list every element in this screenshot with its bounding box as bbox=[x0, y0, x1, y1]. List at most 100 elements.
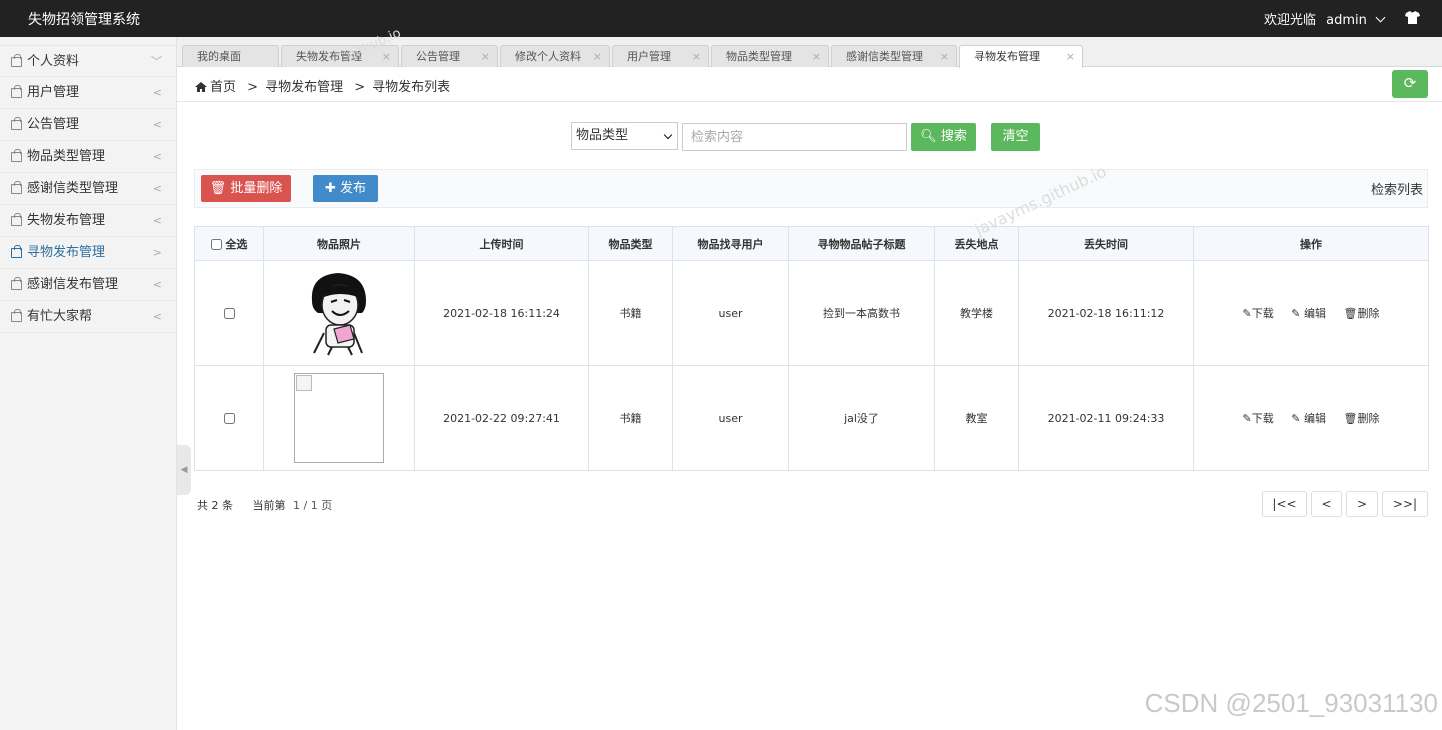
trash-icon: 🗑︎ bbox=[209, 181, 227, 196]
current-page: 1 / 1 页 bbox=[293, 499, 333, 512]
pencil-icon: ✎ bbox=[1291, 307, 1301, 320]
chevron-left-icon: < bbox=[152, 182, 162, 195]
row-checkbox[interactable] bbox=[223, 308, 235, 319]
current-page-label: 当前第 bbox=[252, 499, 286, 512]
pencil-icon: ✎ bbox=[1242, 307, 1252, 320]
close-icon[interactable]: × bbox=[382, 46, 391, 67]
sidebar-item-users[interactable]: 用户管理 < bbox=[0, 77, 176, 109]
tab-item-types[interactable]: 物品类型管理 × bbox=[711, 45, 829, 67]
clear-button[interactable]: 清空 bbox=[991, 123, 1040, 151]
close-icon[interactable]: × bbox=[593, 46, 602, 67]
tab-desktop[interactable]: 我的桌面 bbox=[182, 45, 279, 67]
sidebar-item-lost-posts[interactable]: 失物发布管理 < bbox=[0, 205, 176, 237]
sidebar-item-label: 寻物发布管理 bbox=[27, 245, 106, 260]
publish-button[interactable]: ✚ 发布 bbox=[313, 175, 378, 202]
delete-link[interactable]: 🗑︎删除 bbox=[1343, 307, 1379, 320]
col-item-type: 物品类型 bbox=[588, 226, 673, 261]
chevron-left-icon: < bbox=[152, 310, 162, 323]
bag-icon bbox=[11, 54, 22, 67]
tab-letter-types[interactable]: 感谢信类型管理 × bbox=[831, 45, 957, 67]
list-title: 检索列表 bbox=[1370, 183, 1423, 198]
sidebar-item-label: 物品类型管理 bbox=[27, 149, 106, 164]
breadcrumb-home[interactable]: 首页 bbox=[210, 80, 236, 95]
sidebar-item-label: 失物发布管理 bbox=[27, 213, 106, 228]
next-page-button[interactable]: > bbox=[1346, 491, 1378, 517]
batch-delete-button[interactable]: 🗑︎ 批量删除 bbox=[201, 175, 291, 202]
select-all-checkbox[interactable] bbox=[210, 239, 222, 250]
actions-cell: ✎下载 ✎ 编辑 🗑︎删除 bbox=[1193, 365, 1429, 471]
search-input[interactable] bbox=[682, 123, 907, 151]
sidebar: 个人资料 ﹀ 用户管理 < 公告管理 < 物品类型管理 < 感谢信类型管理 < 失物发布管… bbox=[0, 37, 177, 730]
tab-edit-profile[interactable]: 修改个人资料 × bbox=[500, 45, 610, 67]
item-type-select[interactable]: 物品类型 bbox=[571, 122, 678, 150]
close-icon[interactable]: × bbox=[812, 46, 821, 67]
item-photo[interactable] bbox=[304, 269, 374, 357]
skin-shirt-icon[interactable] bbox=[1405, 11, 1420, 24]
bag-icon bbox=[11, 181, 22, 194]
sidebar-item-label: 用户管理 bbox=[27, 85, 80, 100]
breadcrumb-level1[interactable]: 寻物发布管理 bbox=[265, 80, 343, 95]
delete-label: 删除 bbox=[1357, 412, 1380, 425]
edit-link[interactable]: ✎ 编辑 bbox=[1291, 307, 1326, 320]
table-row: 2021-02-18 16:11:24 书籍 user 捡到一本高数书 教学楼 … bbox=[194, 260, 1429, 366]
tab-label: 我的桌面 bbox=[197, 50, 241, 63]
breadcrumb-separator: > bbox=[247, 80, 259, 95]
broken-image-placeholder[interactable] bbox=[294, 373, 384, 463]
prev-page-button[interactable]: < bbox=[1311, 491, 1342, 517]
data-table: 全选 物品照片 上传时间 物品类型 物品找寻用户 寻物物品帖子标题 丢失地点 丢… bbox=[194, 226, 1429, 471]
pagination-info: 共 2 条 当前第 1 / 1 页 bbox=[197, 497, 332, 513]
delete-link[interactable]: 🗑︎删除 bbox=[1343, 412, 1379, 425]
close-icon[interactable]: × bbox=[692, 46, 701, 67]
close-icon[interactable]: × bbox=[940, 46, 949, 67]
search-button-label: 搜索 bbox=[940, 129, 967, 144]
sidebar-item-item-types[interactable]: 物品类型管理 < bbox=[0, 141, 176, 173]
close-icon[interactable]: × bbox=[1066, 46, 1075, 67]
tab-label: 物品类型管理 bbox=[726, 50, 792, 63]
sidebar-collapse-handle[interactable]: ◀ bbox=[177, 445, 191, 495]
last-page-button[interactable]: >>| bbox=[1382, 491, 1428, 517]
welcome-text: 欢迎光临 bbox=[1263, 13, 1316, 28]
upload-time-cell: 2021-02-18 16:11:24 bbox=[414, 260, 589, 366]
user-menu[interactable]: 欢迎光临 admin bbox=[1263, 9, 1386, 28]
col-finder-user: 物品找寻用户 bbox=[672, 226, 789, 261]
row-select-cell bbox=[194, 365, 264, 471]
item-type-cell: 书籍 bbox=[588, 365, 673, 471]
place-cell: 教室 bbox=[934, 365, 1019, 471]
sidebar-item-label: 感谢信发布管理 bbox=[27, 277, 119, 292]
row-select-cell bbox=[194, 260, 264, 366]
tab-label: 感谢信类型管理 bbox=[846, 50, 923, 63]
trash-icon: 🗑︎ bbox=[1343, 412, 1358, 425]
tab-users[interactable]: 用户管理 × bbox=[612, 45, 709, 67]
tab-notices[interactable]: 公告管理 × bbox=[401, 45, 498, 67]
batch-delete-label: 批量删除 bbox=[230, 181, 283, 196]
lost-time-cell: 2021-02-11 09:24:33 bbox=[1018, 365, 1194, 471]
sidebar-item-label: 感谢信类型管理 bbox=[27, 181, 119, 196]
row-checkbox[interactable] bbox=[223, 413, 235, 424]
download-link[interactable]: ✎下载 bbox=[1243, 307, 1274, 320]
top-bar: 失物招领管理系统 欢迎光临 admin bbox=[0, 0, 1442, 37]
sidebar-item-profile[interactable]: 个人资料 ﹀ bbox=[0, 45, 176, 77]
chevron-left-icon: < bbox=[152, 214, 162, 227]
sidebar-item-notices[interactable]: 公告管理 < bbox=[0, 109, 176, 141]
sidebar-item-search-posts[interactable]: 寻物发布管理 > bbox=[0, 237, 176, 269]
edit-link[interactable]: ✎ 编辑 bbox=[1291, 412, 1326, 425]
download-link[interactable]: ✎下载 bbox=[1243, 412, 1274, 425]
chevron-left-icon: < bbox=[152, 86, 162, 99]
chevron-right-icon: > bbox=[152, 246, 162, 259]
pencil-icon: ✎ bbox=[1291, 412, 1301, 425]
select-all-label: 全选 bbox=[225, 237, 248, 251]
col-lost-time: 丢失时间 bbox=[1018, 226, 1194, 261]
user-cell: user bbox=[672, 260, 789, 366]
publish-label: 发布 bbox=[340, 181, 367, 196]
app-title: 失物招领管理系统 bbox=[28, 12, 140, 28]
sidebar-item-letter-posts[interactable]: 感谢信发布管理 < bbox=[0, 269, 176, 301]
close-icon[interactable]: × bbox=[481, 46, 490, 67]
col-upload-time: 上传时间 bbox=[414, 226, 589, 261]
search-button[interactable]: 🔍︎ 搜索 bbox=[911, 123, 976, 151]
sidebar-item-letter-types[interactable]: 感谢信类型管理 < bbox=[0, 173, 176, 205]
bag-icon bbox=[11, 85, 22, 98]
tab-search-posts[interactable]: 寻物发布管理 × bbox=[959, 45, 1083, 68]
first-page-button[interactable]: |<< bbox=[1262, 491, 1307, 517]
refresh-button[interactable]: ⟳ bbox=[1392, 70, 1428, 98]
sidebar-item-help[interactable]: 有忙大家帮 < bbox=[0, 301, 176, 333]
